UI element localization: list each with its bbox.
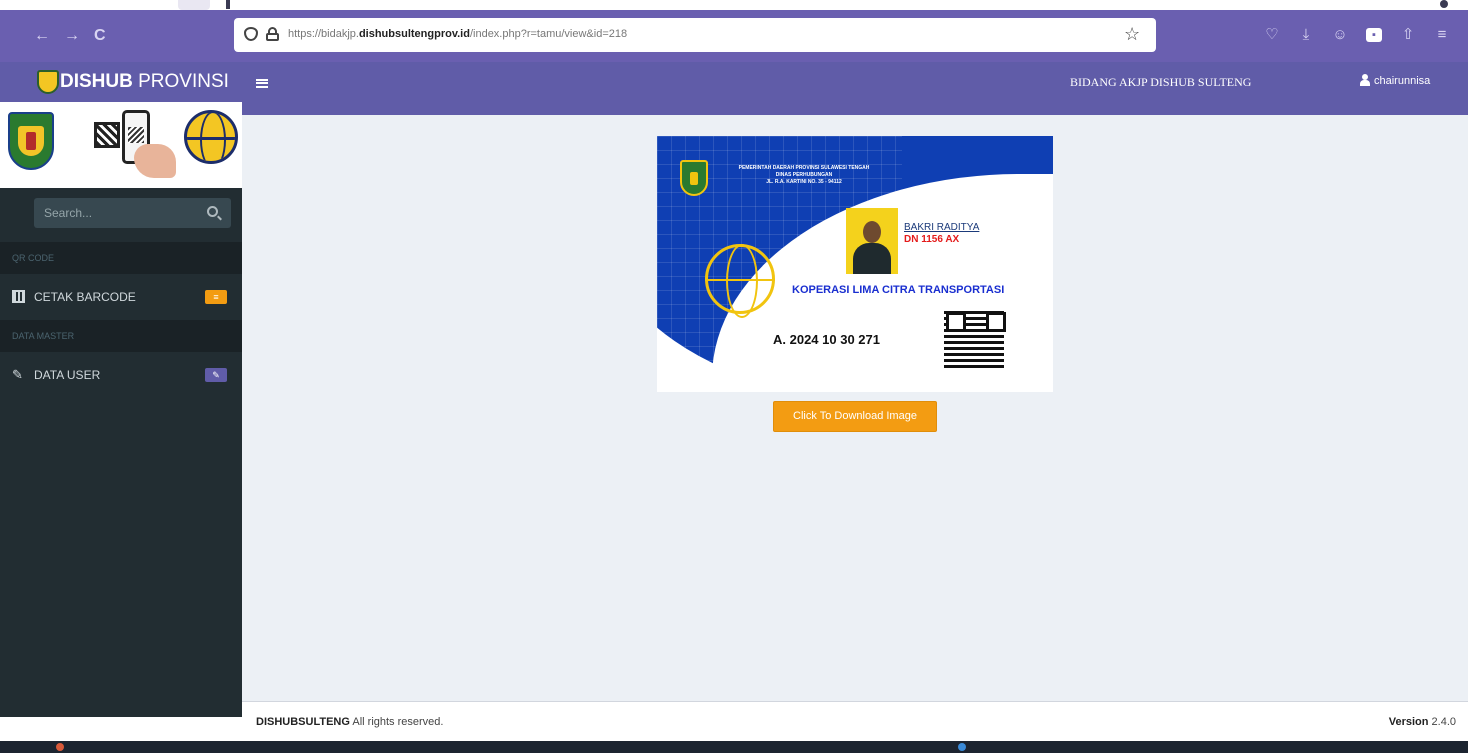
reload-icon[interactable]: C xyxy=(94,27,106,45)
url-path: /index.php?r=tamu/view&id=218 xyxy=(469,28,628,40)
brand-title-light: PROVINSI xyxy=(132,71,229,92)
tab-edge-mark xyxy=(226,0,230,9)
qrcode-icon xyxy=(12,290,25,303)
sidebar-search xyxy=(34,198,231,228)
search-input[interactable] xyxy=(34,198,194,228)
card-globe-logo xyxy=(705,244,775,318)
footer-rights: All rights reserved. xyxy=(349,716,444,728)
hamburger-menu-icon[interactable] xyxy=(256,79,268,88)
footer-copyright: DISHUBSULTENG All rights reserved. xyxy=(256,716,443,728)
browser-toolbar: ← → C https://bidakjp.dishubsultengprov.… xyxy=(0,10,1468,62)
gov-line-1: PEMERINTAH DAERAH PROVINSI SULAWESI TENG… xyxy=(738,165,870,171)
wrench-badge-icon: ✎ xyxy=(205,368,227,382)
url-text[interactable]: https://bidakjp.dishubsultengprov.id/ind… xyxy=(288,28,627,40)
list-badge-icon: ≡ xyxy=(205,290,227,304)
holder-photo xyxy=(846,208,898,274)
footer-brand: DISHUBSULTENG xyxy=(256,716,350,728)
sidebar-item-cetak-barcode[interactable]: CETAK BARCODE ≡ xyxy=(0,274,242,320)
sulteng-crest-logo xyxy=(8,112,54,170)
account-icon[interactable]: ☺ xyxy=(1332,25,1348,45)
version-value: 2.4.0 xyxy=(1428,716,1456,728)
wrench-icon: ✎ xyxy=(12,367,23,382)
taskbar-app-icon[interactable] xyxy=(56,743,64,751)
registration-number: A. 2024 10 30 271 xyxy=(773,332,880,347)
os-taskbar xyxy=(0,741,1468,753)
holder-name: BAKRI RADITYA xyxy=(904,222,980,233)
content-area: PEMERINTAH DAERAH PROVINSI SULAWESI TENG… xyxy=(242,115,1468,701)
sidebar-item-label: CETAK BARCODE xyxy=(34,290,136,304)
footer-version: Version 2.4.0 xyxy=(1389,716,1456,728)
share-icon[interactable]: ⇧ xyxy=(1400,25,1416,45)
sidebar-logo-panel xyxy=(0,102,242,188)
search-icon[interactable] xyxy=(207,206,218,217)
card-qr-code xyxy=(944,310,1006,368)
sidebar-item-label: DATA USER xyxy=(34,368,101,382)
brand-crest-icon xyxy=(37,70,59,94)
download-icon[interactable]: ⤓ xyxy=(1298,25,1314,45)
download-image-button[interactable]: Click To Download Image xyxy=(773,401,937,432)
extension-icon[interactable]: ▪ xyxy=(1366,28,1382,42)
lock-icon[interactable] xyxy=(266,27,279,41)
window-control-icon[interactable] xyxy=(1440,0,1448,8)
url-domain: dishubsultengprov.id xyxy=(358,28,470,40)
app-menu-icon[interactable]: ≡ xyxy=(1434,25,1450,45)
gov-line-2: DINAS PERHUBUNGAN xyxy=(775,172,833,178)
taskbar-app-icon[interactable] xyxy=(958,743,966,751)
footer: DISHUBSULTENG All rights reserved. Versi… xyxy=(242,701,1468,741)
card-gov-header: PEMERINTAH DAERAH PROVINSI SULAWESI TENG… xyxy=(714,165,894,186)
brand-title: DISHUB PROVINSI xyxy=(60,71,229,93)
user-menu[interactable]: chairunnisa xyxy=(1374,75,1430,87)
forward-icon[interactable]: → xyxy=(64,27,80,45)
top-strip xyxy=(0,0,1468,10)
org-name[interactable]: BIDANG AKJP DISHUB SULTENG xyxy=(1070,75,1251,90)
plate-number: DN 1156 AX xyxy=(904,234,960,245)
sidebar-section-qr-code: QR CODE xyxy=(0,242,242,274)
card-crest-logo xyxy=(680,160,708,196)
version-label: Version xyxy=(1388,716,1429,728)
company-name: KOPERASI LIMA CITRA TRANSPORTASI xyxy=(792,284,1005,296)
id-card-image: PEMERINTAH DAERAH PROVINSI SULAWESI TENG… xyxy=(657,136,1053,392)
sidebar: DISHUB PROVINSI QR CODE CETAK BARCODE ≡ … xyxy=(0,62,242,717)
qr-phone-illustration xyxy=(94,110,180,178)
back-icon[interactable]: ← xyxy=(34,27,50,45)
url-prefix: https://bidakjp. xyxy=(288,28,359,40)
qr-code-icon xyxy=(94,122,120,148)
gov-line-3: JL. R.A. KARTINI NO. 35 - 94112 xyxy=(766,179,842,185)
pocket-save-icon[interactable]: ♡ xyxy=(1264,25,1280,45)
brand-logo[interactable]: DISHUB PROVINSI xyxy=(0,62,242,102)
browser-tool-icons: ♡ ⤓ ☺ ▪ ⇧ ≡ xyxy=(1264,25,1450,45)
dishub-globe-logo xyxy=(184,110,238,164)
url-bar[interactable]: https://bidakjp.dishubsultengprov.id/ind… xyxy=(234,18,1156,52)
sidebar-section-data-master: DATA MASTER xyxy=(0,320,242,352)
shield-icon[interactable] xyxy=(244,27,258,41)
main-header: BIDANG AKJP DISHUB SULTENG chairunnisa xyxy=(242,62,1468,115)
user-icon[interactable] xyxy=(1360,74,1370,86)
sidebar-item-data-user[interactable]: ✎ DATA USER ✎ xyxy=(0,352,242,398)
hand-icon xyxy=(134,144,176,178)
brand-title-bold: DISHUB xyxy=(60,71,133,92)
browser-tab[interactable] xyxy=(178,0,210,10)
bookmark-star-icon[interactable]: ☆ xyxy=(1124,24,1140,45)
